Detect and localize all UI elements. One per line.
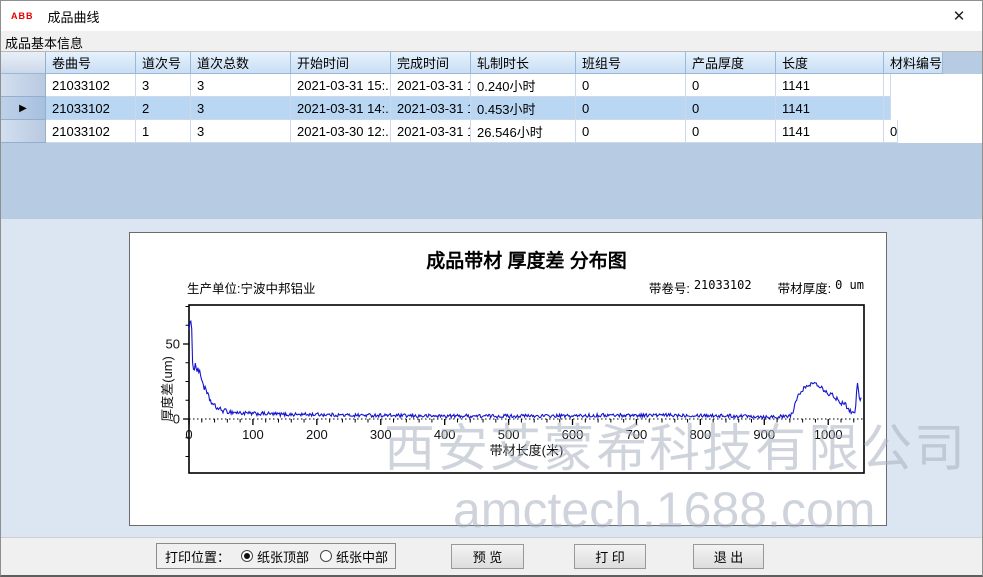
x-tick-label: 0 bbox=[185, 427, 192, 442]
table-row[interactable]: 21033102132021-03-30 12:...2021-03-31 15… bbox=[1, 120, 982, 143]
column-header[interactable]: 道次总数 bbox=[191, 52, 291, 74]
x-tick-label: 300 bbox=[370, 427, 392, 442]
column-header[interactable]: 完成时间 bbox=[391, 52, 471, 74]
column-header[interactable]: 材料编号 bbox=[884, 52, 943, 74]
thickness-curve-plot: 01002003004005006007008009001000050带材长度(… bbox=[160, 298, 876, 498]
column-header[interactable]: 卷曲号 bbox=[46, 52, 136, 74]
coil-number-value: 21033102 bbox=[694, 278, 752, 297]
print-position-radios: 纸张顶部 纸张中部 bbox=[230, 547, 388, 566]
table-cell: 0 bbox=[576, 74, 686, 97]
radio-icon bbox=[320, 550, 332, 562]
table-cell: 21033102 bbox=[46, 74, 136, 97]
thickness-curve bbox=[189, 321, 861, 418]
table-cell: 3 bbox=[136, 74, 191, 97]
table-cell: 0 bbox=[576, 120, 686, 143]
table-cell: 1141 bbox=[776, 74, 884, 97]
chart-header: 生产单位:宁波中邦铝业 带卷号: 21033102 带材厚度: 0 um bbox=[187, 278, 864, 297]
close-icon: ✕ bbox=[953, 9, 966, 24]
table-cell: 3 bbox=[191, 120, 291, 143]
table-cell: 0.240小时 bbox=[471, 74, 576, 97]
table-header-row: 卷曲号道次号道次总数开始时间完成时间轧制时长班组号产品厚度长度材料编号 bbox=[1, 52, 982, 74]
table-cell: 3 bbox=[191, 74, 291, 97]
table-cell: 0 bbox=[686, 97, 776, 120]
x-tick-label: 700 bbox=[626, 427, 648, 442]
radio-paper-middle[interactable]: 纸张中部 bbox=[320, 547, 388, 566]
table-cell: 2021-03-31 15:... bbox=[291, 74, 391, 97]
exit-button[interactable]: 退 出 bbox=[693, 544, 764, 569]
x-tick-label: 1000 bbox=[814, 427, 843, 442]
abb-logo: ABB bbox=[11, 11, 34, 21]
table-cell: 0 bbox=[686, 74, 776, 97]
radio-paper-top[interactable]: 纸张顶部 bbox=[241, 547, 309, 566]
radio-label: 纸张中部 bbox=[336, 547, 388, 566]
table-cell: 1 bbox=[136, 120, 191, 143]
column-header[interactable]: 长度 bbox=[776, 52, 884, 74]
table-cell: 1141 bbox=[776, 97, 884, 120]
column-header[interactable]: 轧制时长 bbox=[471, 52, 576, 74]
row-selector-arrow-icon: ▶ bbox=[19, 103, 27, 114]
column-header[interactable]: 产品厚度 bbox=[686, 52, 776, 74]
print-position-groupbox: 打印位置： 纸张顶部 纸张中部 bbox=[156, 543, 396, 569]
content-panel: 成品带材 厚度差 分布图 生产单位:宁波中邦铝业 带卷号: 21033102 带… bbox=[1, 219, 982, 538]
table-cell bbox=[884, 97, 891, 120]
row-selector-cell[interactable] bbox=[1, 74, 46, 97]
strip-thickness-label: 带材厚度: bbox=[778, 278, 831, 297]
x-tick-label: 600 bbox=[562, 427, 584, 442]
table-cell: 0 bbox=[576, 97, 686, 120]
column-header[interactable]: 班组号 bbox=[576, 52, 686, 74]
window-titlebar: ABB 成品曲线 ✕ bbox=[1, 1, 982, 31]
strip-thickness-value: 0 um bbox=[835, 278, 864, 297]
close-button[interactable]: ✕ bbox=[948, 6, 970, 26]
table-cell: 2021-03-31 14:... bbox=[291, 97, 391, 120]
row-selector-cell[interactable]: ▶ bbox=[1, 97, 46, 120]
x-tick-label: 400 bbox=[434, 427, 456, 442]
producer-label: 生产单位:宁波中邦铝业 bbox=[187, 278, 315, 297]
basic-info-label: 成品基本信息 bbox=[5, 33, 83, 52]
coil-number-label: 带卷号: bbox=[649, 278, 690, 297]
x-tick-label: 800 bbox=[690, 427, 712, 442]
print-button[interactable]: 打 印 bbox=[574, 544, 646, 569]
x-tick-label: 900 bbox=[753, 427, 775, 442]
table-row[interactable]: ▶ 21033102232021-03-31 14:...2021-03-31 1… bbox=[1, 97, 982, 120]
finished-product-curve-window: ABB 成品曲线 ✕ 成品基本信息 卷曲号道次号道次总数开始时间完成时间轧制时长… bbox=[0, 0, 983, 577]
table-cell bbox=[884, 74, 891, 97]
table-cell: 26.546小时 bbox=[471, 120, 576, 143]
print-position-label: 打印位置： bbox=[165, 547, 230, 566]
table-cell: 0.453小时 bbox=[471, 97, 576, 120]
table-cell: 21033102 bbox=[46, 97, 136, 120]
row-selector-cell[interactable] bbox=[1, 120, 46, 143]
preview-button[interactable]: 预 览 bbox=[451, 544, 524, 569]
table-cell: 2021-03-31 15:... bbox=[391, 97, 471, 120]
data-table: 卷曲号道次号道次总数开始时间完成时间轧制时长班组号产品厚度长度材料编号21033… bbox=[1, 52, 982, 220]
table-cell: 0 bbox=[884, 120, 898, 143]
table-corner-cell[interactable] bbox=[1, 52, 46, 74]
basic-info-groupbox: 成品基本信息 bbox=[1, 31, 982, 52]
window-title: 成品曲线 bbox=[48, 7, 100, 26]
radio-label: 纸张顶部 bbox=[257, 547, 309, 566]
y-axis-label: 厚度差(um) bbox=[160, 356, 175, 422]
table-cell: 0 bbox=[686, 120, 776, 143]
table-row[interactable]: 21033102332021-03-31 15:...2021-03-31 15… bbox=[1, 74, 982, 97]
table-cell: 21033102 bbox=[46, 120, 136, 143]
table-cell: 3 bbox=[191, 97, 291, 120]
x-axis-label: 带材长度(米) bbox=[490, 443, 564, 458]
x-tick-label: 100 bbox=[242, 427, 264, 442]
table-cell: 2021-03-30 12:... bbox=[291, 120, 391, 143]
x-tick-label: 500 bbox=[498, 427, 520, 442]
x-tick-label: 200 bbox=[306, 427, 328, 442]
chart-panel: 成品带材 厚度差 分布图 生产单位:宁波中邦铝业 带卷号: 21033102 带… bbox=[129, 232, 887, 526]
column-header[interactable]: 道次号 bbox=[136, 52, 191, 74]
table-cell: 2 bbox=[136, 97, 191, 120]
table-cell: 1141 bbox=[776, 120, 884, 143]
table-cell: 2021-03-31 15:... bbox=[391, 120, 471, 143]
radio-icon bbox=[241, 550, 253, 562]
chart-title: 成品带材 厚度差 分布图 bbox=[189, 246, 864, 273]
table-cell: 2021-03-31 15:... bbox=[391, 74, 471, 97]
footer-bar: 打印位置： 纸张顶部 纸张中部 预 览 打 印 退 出 bbox=[1, 537, 982, 575]
column-header[interactable]: 开始时间 bbox=[291, 52, 391, 74]
y-tick-label: 50 bbox=[166, 337, 180, 352]
